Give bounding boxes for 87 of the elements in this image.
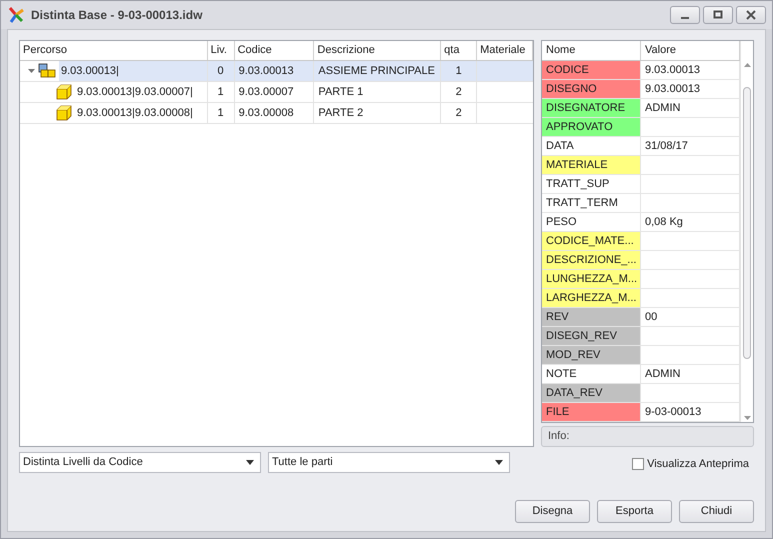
scrollbar[interactable] — [740, 41, 753, 422]
property-value[interactable]: 9.03.00013 — [641, 80, 740, 99]
property-value[interactable] — [641, 175, 740, 194]
property-name: MATERIALE — [542, 156, 641, 175]
maximize-button[interactable] — [703, 6, 733, 24]
table-cell: 9.03.00013 — [234, 61, 314, 82]
property-name: DATA_REV — [542, 384, 641, 403]
table-cell: ASSIEME PRINCIPALE — [314, 61, 442, 82]
tree-cell[interactable]: 9.03.00013|9.03.00007| — [75, 82, 208, 102]
property-value[interactable] — [641, 232, 740, 251]
assembly-icon — [38, 63, 56, 79]
dialog-button[interactable]: Chiudi — [679, 500, 754, 523]
property-value[interactable] — [641, 346, 740, 365]
property-value[interactable] — [641, 270, 740, 289]
property-name: LARGHEZZA_M... — [542, 289, 641, 308]
property-name: DESCRIZIONE_... — [542, 251, 641, 270]
property-name: FILE — [542, 403, 641, 422]
preview-checkbox[interactable] — [632, 458, 644, 470]
property-value[interactable]: 9.03.00013 — [641, 61, 740, 80]
dialog-button[interactable]: Disegna — [515, 500, 590, 523]
column-header[interactable]: Nome — [542, 41, 641, 60]
tree-cell[interactable]: 9.03.00013|9.03.00008| — [75, 103, 208, 123]
property-value[interactable]: 9-03-00013 — [641, 403, 740, 422]
table-cell: PARTE 2 — [314, 103, 442, 124]
table-cell: 1 — [208, 82, 235, 103]
table-cell: 2 — [441, 82, 478, 103]
property-name: APPROVATO — [542, 118, 641, 137]
property-name: MOD_REV — [542, 346, 641, 365]
info-label: Info: — [548, 429, 570, 444]
property-name: TRATT_TERM — [542, 194, 641, 213]
property-name: TRATT_SUP — [542, 175, 641, 194]
property-name: DISEGNATORE — [542, 99, 641, 118]
table-cell: 2 — [441, 103, 478, 124]
property-value[interactable] — [641, 194, 740, 213]
close-icon — [745, 10, 757, 20]
property-name: CODICE_MATE... — [542, 232, 641, 251]
table-cell: 0 — [208, 61, 235, 82]
dialog-button[interactable]: Esporta — [597, 500, 672, 523]
minimize-icon — [681, 17, 689, 19]
column-header[interactable]: Valore — [641, 41, 740, 60]
scroll-down-arrow-icon[interactable] — [744, 416, 750, 420]
cube-icon — [56, 84, 72, 100]
maximize-icon — [712, 10, 724, 20]
scrollbar-thumb[interactable] — [743, 87, 751, 359]
property-name: CODICE — [542, 61, 641, 80]
column-header[interactable]: Liv. — [208, 41, 235, 60]
property-value[interactable]: 00 — [641, 308, 740, 327]
property-value[interactable]: ADMIN — [641, 99, 740, 118]
property-value[interactable] — [641, 384, 740, 403]
table-cell: 1 — [441, 61, 478, 82]
table-cell: PARTE 1 — [314, 82, 442, 103]
property-name: DISEGNO — [542, 80, 641, 99]
table-cell: 1 — [208, 103, 235, 124]
property-value[interactable] — [641, 251, 740, 270]
column-header[interactable]: qta — [441, 41, 478, 60]
checkbox-label: Visualizza Anteprima — [647, 456, 749, 472]
dropdown-arrow-icon[interactable] — [246, 460, 254, 465]
property-name: LUNGHEZZA_M... — [542, 270, 641, 289]
property-name: DISEGN_REV — [542, 327, 641, 346]
property-value[interactable]: 0,08 Kg — [641, 213, 740, 232]
app-logo-icon — [7, 6, 25, 24]
scroll-up-arrow-icon[interactable] — [744, 63, 750, 67]
property-name: NOTE — [542, 365, 641, 384]
property-name: DATA — [542, 137, 641, 156]
column-header[interactable]: Codice — [234, 41, 314, 60]
table-cell: 9.03.00008 — [234, 103, 314, 124]
property-value[interactable] — [641, 118, 740, 137]
property-value[interactable] — [641, 289, 740, 308]
tree-cell[interactable]: 9.03.00013| — [59, 61, 208, 81]
property-value[interactable] — [641, 156, 740, 175]
minimize-button[interactable] — [670, 6, 700, 24]
property-value[interactable]: ADMIN — [641, 365, 740, 384]
cube-icon — [56, 105, 72, 121]
close-button[interactable] — [736, 6, 766, 24]
table-cell: 9.03.00007 — [234, 82, 314, 103]
property-value[interactable] — [641, 327, 740, 346]
dropdown[interactable]: Distinta Livelli da Codice — [19, 452, 261, 473]
expand-arrow-icon[interactable] — [28, 68, 34, 74]
column-header[interactable]: Descrizione — [314, 41, 442, 60]
dropdown[interactable]: Tutte le parti — [268, 452, 510, 473]
property-name: REV — [542, 308, 641, 327]
property-name: PESO — [542, 213, 641, 232]
column-header[interactable]: Percorso — [20, 41, 208, 60]
window-title: Distinta Base - 9-03-00013.idw — [31, 7, 202, 24]
column-header[interactable]: Materiale — [477, 41, 533, 60]
dropdown-arrow-icon[interactable] — [495, 460, 503, 465]
property-value[interactable]: 31/08/17 — [641, 137, 740, 156]
